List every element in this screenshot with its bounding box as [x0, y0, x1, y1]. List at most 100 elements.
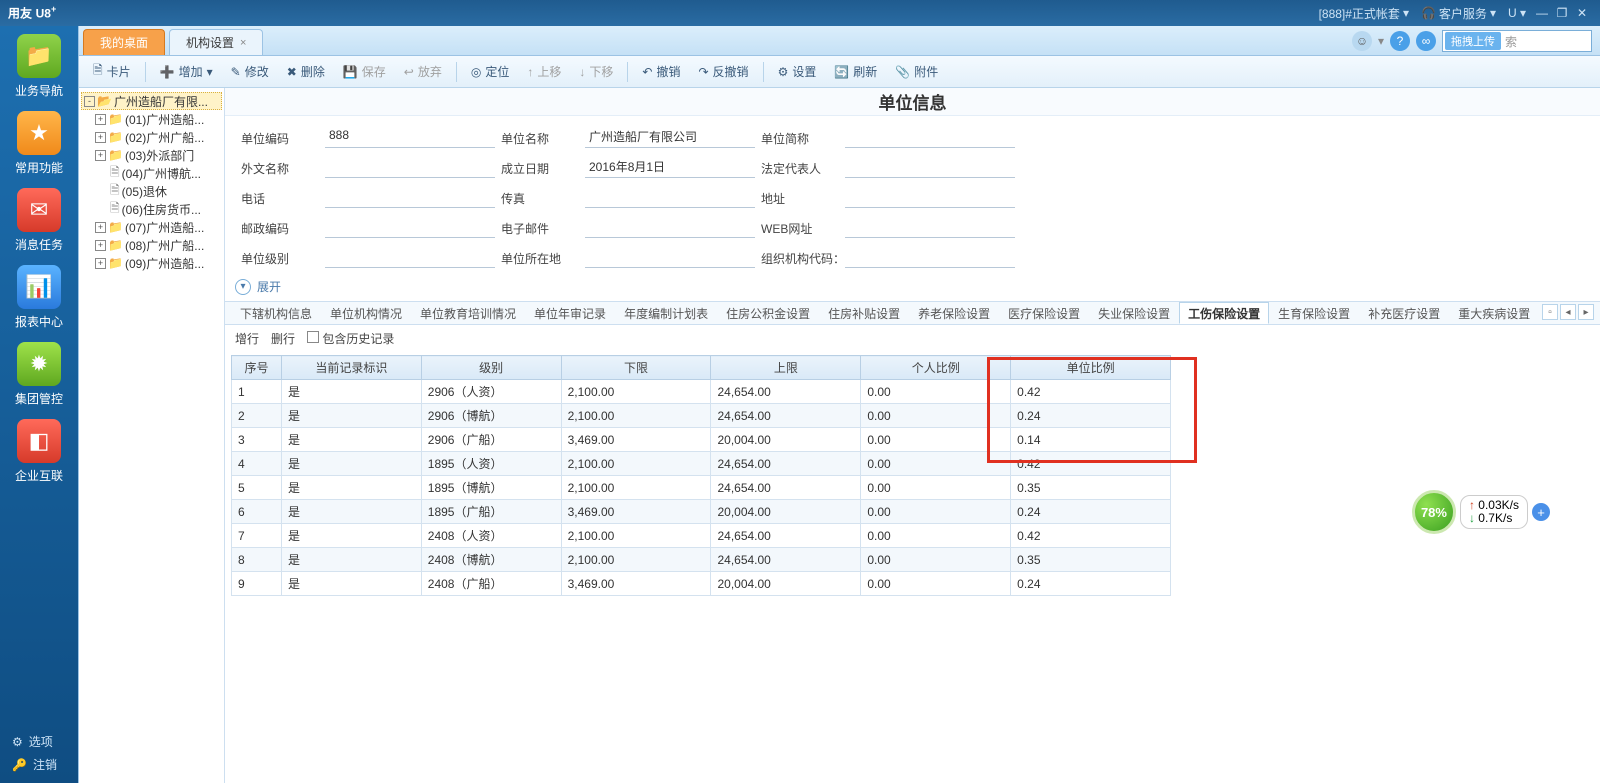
- field-value[interactable]: [585, 248, 755, 268]
- tab-org-setting[interactable]: 机构设置×: [169, 29, 263, 55]
- field-value[interactable]: [325, 218, 495, 238]
- tree-item[interactable]: 🗎(05)退休: [81, 182, 222, 200]
- subtab[interactable]: 养老保险设置: [909, 302, 999, 324]
- subtab[interactable]: 重大疾病设置: [1449, 302, 1539, 324]
- subtab[interactable]: 下辖机构信息: [231, 302, 321, 324]
- delrow-button[interactable]: 删行: [271, 330, 295, 347]
- field-value[interactable]: 广州造船厂有限公司: [585, 128, 755, 148]
- close-button[interactable]: ✕: [1572, 6, 1592, 20]
- field-value[interactable]: 888: [325, 128, 495, 148]
- movedown-button[interactable]: ↓ 下移: [571, 60, 621, 84]
- tab-desktop[interactable]: 我的桌面: [83, 29, 165, 55]
- grid-header[interactable]: 上限: [711, 356, 861, 380]
- field-value[interactable]: [845, 158, 1015, 178]
- customer-service[interactable]: 🎧 客户服务 ▾: [1421, 5, 1496, 22]
- cloud-icon[interactable]: ∞: [1416, 31, 1436, 51]
- edit-button[interactable]: ✎ 修改: [223, 60, 277, 84]
- field-value[interactable]: [845, 188, 1015, 208]
- upload-pill[interactable]: 拖拽上传: [1445, 32, 1501, 50]
- field-value[interactable]: [585, 188, 755, 208]
- dropdown-icon[interactable]: ▾: [1378, 34, 1384, 48]
- card-button[interactable]: 🗎 卡片: [85, 60, 139, 84]
- speed-plus[interactable]: +: [1532, 503, 1550, 521]
- field-value[interactable]: [325, 158, 495, 178]
- speed-widget[interactable]: 78% ↑ 0.03K/s ↓ 0.7K/s +: [1412, 490, 1550, 534]
- tree-item[interactable]: +📁(03)外派部门: [81, 146, 222, 164]
- save-button[interactable]: 💾 保存: [335, 60, 394, 84]
- subtab[interactable]: 医疗保险设置: [999, 302, 1089, 324]
- add-button[interactable]: ➕ 增加 ▾: [152, 60, 221, 84]
- subtab-toggle[interactable]: ▫: [1542, 304, 1558, 320]
- table-row[interactable]: 8是2408（博航）2,100.0024,654.000.000.35: [232, 548, 1171, 572]
- nav-options[interactable]: ⚙ 选项: [12, 733, 78, 750]
- nav-enterprise[interactable]: ◧企业互联: [9, 419, 69, 484]
- subtab[interactable]: 年度编制计划表: [615, 302, 717, 324]
- redo-button[interactable]: ↷ 反撤销: [690, 60, 756, 84]
- table-row[interactable]: 2是2906（博航）2,100.0024,654.000.000.24: [232, 404, 1171, 428]
- expand-button[interactable]: ▾展开: [235, 278, 1590, 295]
- help-icon[interactable]: ?: [1390, 31, 1410, 51]
- field-value[interactable]: [845, 248, 1015, 268]
- grid-header[interactable]: 序号: [232, 356, 282, 380]
- table-row[interactable]: 4是1895（人资）2,100.0024,654.000.000.42: [232, 452, 1171, 476]
- field-value[interactable]: [325, 248, 495, 268]
- addrow-button[interactable]: 增行: [235, 330, 259, 347]
- tree-item[interactable]: 🗎(04)广州博航...: [81, 164, 222, 182]
- subtab[interactable]: 补充医疗设置: [1359, 302, 1449, 324]
- nav-favorites[interactable]: ★常用功能: [9, 111, 69, 176]
- nav-logout[interactable]: 🔑 注销: [12, 756, 78, 773]
- nav-group[interactable]: ✹集团管控: [9, 342, 69, 407]
- table-row[interactable]: 9是2408（广船）3,469.0020,004.000.000.24: [232, 572, 1171, 596]
- u-menu[interactable]: U ▾: [1508, 6, 1526, 20]
- nav-reports[interactable]: 📊报表中心: [9, 265, 69, 330]
- locate-button[interactable]: ◎ 定位: [463, 60, 518, 84]
- tree-item[interactable]: +📁(07)广州造船...: [81, 218, 222, 236]
- subtab[interactable]: 单位年审记录: [525, 302, 615, 324]
- subtab-next[interactable]: ▸: [1578, 304, 1594, 320]
- field-value[interactable]: [845, 218, 1015, 238]
- subtab[interactable]: 工伤保险设置: [1179, 302, 1269, 324]
- settings-button[interactable]: ⚙ 设置: [770, 60, 825, 84]
- tree-root[interactable]: -📂广州造船厂有限...: [81, 92, 222, 110]
- tree-item[interactable]: +📁(02)广州广船...: [81, 128, 222, 146]
- field-value[interactable]: [325, 188, 495, 208]
- close-icon[interactable]: ×: [240, 37, 246, 49]
- subtab[interactable]: 住房补贴设置: [819, 302, 909, 324]
- delete-button[interactable]: ✖ 删除: [279, 60, 333, 84]
- grid-header[interactable]: 个人比例: [861, 356, 1011, 380]
- field-value[interactable]: [585, 218, 755, 238]
- grid-header[interactable]: 级别: [421, 356, 561, 380]
- history-checkbox[interactable]: 包含历史记录: [307, 330, 394, 347]
- field-value[interactable]: 2016年8月1日: [585, 158, 755, 178]
- smile-icon[interactable]: ☺: [1352, 31, 1372, 51]
- discard-button[interactable]: ↩ 放弃: [396, 60, 450, 84]
- refresh-button[interactable]: 🔄 刷新: [826, 60, 885, 84]
- tree-item[interactable]: +📁(01)广州造船...: [81, 110, 222, 128]
- grid-header[interactable]: 下限: [561, 356, 711, 380]
- table-row[interactable]: 1是2906（人资）2,100.0024,654.000.000.42: [232, 380, 1171, 404]
- minimize-button[interactable]: —: [1532, 6, 1552, 20]
- nav-business[interactable]: 📁业务导航: [9, 34, 69, 99]
- nav-messages[interactable]: ✉消息任务: [9, 188, 69, 253]
- account-label[interactable]: [888]#正式帐套 ▾: [1319, 5, 1409, 22]
- attach-button[interactable]: 📎 附件: [887, 60, 946, 84]
- moveup-button[interactable]: ↑ 上移: [519, 60, 569, 84]
- tree-item[interactable]: 🗎(06)住房货币...: [81, 200, 222, 218]
- grid-header[interactable]: 当前记录标识: [281, 356, 421, 380]
- subtab[interactable]: 住房公积金设置: [717, 302, 819, 324]
- tree-item[interactable]: +📁(08)广州广船...: [81, 236, 222, 254]
- subtab-prev[interactable]: ◂: [1560, 304, 1576, 320]
- subtab[interactable]: 单位教育培训情况: [411, 302, 525, 324]
- search-input[interactable]: 拖拽上传 索: [1442, 30, 1592, 52]
- table-row[interactable]: 3是2906（广船）3,469.0020,004.000.000.14: [232, 428, 1171, 452]
- table-row[interactable]: 5是1895（博航）2,100.0024,654.000.000.35: [232, 476, 1171, 500]
- table-row[interactable]: 6是1895（广船）3,469.0020,004.000.000.24: [232, 500, 1171, 524]
- grid-header[interactable]: 单位比例: [1011, 356, 1171, 380]
- subtab[interactable]: 生育保险设置: [1269, 302, 1359, 324]
- maximize-button[interactable]: ❐: [1552, 6, 1572, 20]
- field-value[interactable]: [845, 128, 1015, 148]
- subtab[interactable]: 失业保险设置: [1089, 302, 1179, 324]
- undo-button[interactable]: ↶ 撤销: [634, 60, 688, 84]
- tree-item[interactable]: +📁(09)广州造船...: [81, 254, 222, 272]
- subtab[interactable]: 单位机构情况: [321, 302, 411, 324]
